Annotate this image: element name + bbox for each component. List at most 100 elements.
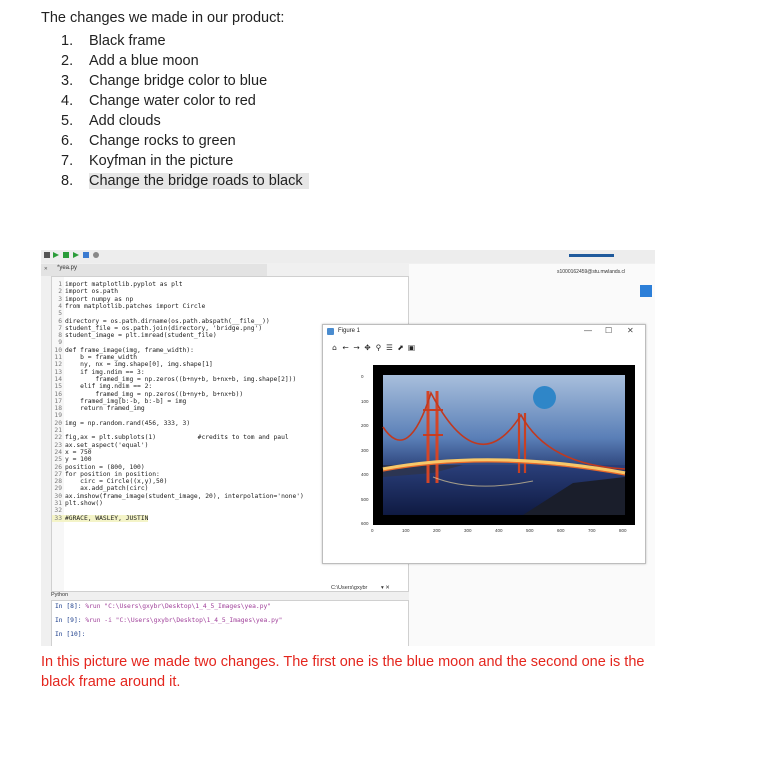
ipython-console[interactable]: In [8]: %run "C:\Users\gxybr\Desktop\1_4…	[51, 600, 409, 646]
document-heading: The changes we made in our product:	[41, 10, 285, 26]
code-text: return framed_img	[65, 405, 145, 413]
close-icon[interactable]: ✕	[44, 265, 48, 272]
console-line: In [8]: %run "C:\Users\gxybr\Desktop\1_4…	[55, 603, 271, 610]
figure-tool-icon[interactable]: ▣	[406, 343, 417, 352]
change-text: Add a blue moon	[89, 53, 199, 69]
figure-tool-icon[interactable]: ⬈	[395, 343, 406, 352]
code-text: student_image = plt.imread(student_file)	[65, 332, 217, 340]
code-text: img = np.random.rand(456, 333, 3)	[65, 419, 191, 427]
line-number: 2	[58, 288, 62, 296]
x-tick-label: 200	[433, 528, 441, 533]
run-next-icon	[73, 252, 79, 258]
code-line: 25 y = 100	[52, 456, 92, 464]
change-text: Change rocks to green	[89, 133, 236, 149]
code-line: 5	[52, 310, 65, 317]
line-number: 16	[54, 390, 62, 398]
change-text: Add clouds	[89, 113, 161, 129]
run-cell-icon	[63, 252, 69, 258]
line-number: 4	[58, 302, 62, 310]
change-item: 4. Change water color to red	[61, 91, 309, 111]
code-line: 8 student_image = plt.imread(student_file…	[52, 332, 217, 340]
code-text: import matplotlib.pyplot as plt	[65, 281, 183, 288]
code-text: ny, nx = img.shape[0], img.shape[1]	[65, 361, 213, 369]
debug-icon	[83, 252, 89, 258]
code-text: elif img.ndim == 2:	[65, 383, 153, 391]
code-line: 14 framed_img = np.zeros((b+ny+b, b+nx+b…	[52, 376, 296, 383]
y-tick-label: 100	[361, 398, 369, 404]
line-number: 5	[58, 310, 62, 318]
figure-tool-icon[interactable]: ✥	[362, 343, 373, 352]
ide-toolbar	[41, 250, 655, 263]
figure-tool-icon[interactable]: ☰	[384, 343, 395, 352]
code-line: 7 student_file = os.path.join(directory, …	[52, 325, 262, 332]
minimize-button[interactable]: —	[584, 326, 592, 335]
share-button[interactable]	[640, 285, 652, 297]
code-text: y = 100	[65, 456, 92, 464]
code-line: 31 plt.show()	[52, 500, 103, 507]
line-number: 33	[54, 514, 62, 522]
code-line: 27 for position in position:	[52, 471, 159, 478]
line-number: 29	[54, 485, 62, 493]
console-command: %run "C:\Users\gxybr\Desktop\1_4_5_Image…	[81, 603, 272, 610]
change-item: 8. Change the bridge roads to black	[61, 171, 309, 191]
code-text: ax.add_patch(circ)	[65, 485, 149, 493]
console-dropdown-icon[interactable]: ▾ ✕	[381, 585, 390, 591]
y-tick-label: 400	[361, 472, 369, 477]
line-number: 6	[58, 317, 62, 325]
close-button[interactable]: ✕	[627, 326, 634, 335]
caption: In this picture we made two changes. The…	[41, 654, 645, 690]
figure-tool-icon[interactable]: ←	[340, 343, 351, 352]
change-item: 7. Koyfman in the picture	[61, 151, 309, 171]
line-number: 26	[54, 463, 62, 471]
line-number: 32	[54, 507, 62, 515]
change-number: 7.	[61, 153, 74, 169]
line-number: 17	[54, 397, 62, 405]
code-line: 22 fig,ax = plt.subplots(1) #credits to t…	[52, 434, 288, 441]
code-text: if img.ndim == 3:	[65, 368, 145, 376]
code-text: framed_img = np.zeros((b+ny+b, b+nx+b, i…	[65, 375, 297, 383]
x-tick-label: 100	[402, 528, 410, 533]
console-path[interactable]: C:\Users\gxybr	[331, 585, 367, 591]
code-line: 24 x = 750	[52, 448, 91, 456]
code-text: position = (800, 100)	[65, 463, 145, 471]
line-number: 24	[54, 448, 62, 456]
figure-tool-icon[interactable]: ⚲	[373, 343, 384, 352]
code-text: import numpy as np	[65, 295, 134, 303]
run-icon	[53, 252, 59, 258]
code-line: 30 ax.imshow(frame_image(student_image, 2…	[52, 492, 304, 500]
line-number: 11	[54, 354, 62, 361]
change-item: 6. Change rocks to green	[61, 131, 309, 151]
code-line: 11 b = frame_width	[52, 354, 137, 361]
line-number: 13	[54, 368, 62, 376]
x-tick-label: 300	[464, 528, 472, 533]
change-number: 3.	[61, 73, 74, 89]
editor-tab[interactable]: *yea.py	[57, 265, 77, 271]
x-tick-label: 600	[557, 528, 565, 533]
code-text: ax.imshow(frame_image(student_image, 20)…	[65, 492, 304, 500]
line-number: 14	[54, 375, 62, 383]
figure-window[interactable]: Figure 1 — ☐ ✕ ⌂ ← → ✥ ⚲ ☰ ⬈ ▣ 0 100 200…	[322, 324, 646, 564]
console-prompt: In [9]:	[55, 617, 82, 624]
code-text: ax.set_aspect('equal')	[65, 441, 149, 449]
code-text: import os.path	[65, 288, 119, 296]
figure-toolbar: ⌂ ← → ✥ ⚲ ☰ ⬈ ▣	[329, 343, 417, 352]
line-number: 28	[54, 478, 62, 486]
maximize-button[interactable]: ☐	[605, 326, 612, 335]
menu-icon	[44, 252, 50, 258]
figure-tool-icon[interactable]: →	[351, 343, 362, 352]
x-tick-label: 700	[588, 528, 596, 533]
line-number: 9	[58, 339, 62, 347]
code-line: 20 img = np.random.rand(456, 333, 3)	[52, 420, 190, 427]
console-line: In [9]: %run -i "C:\Users\gxybr\Desktop\…	[55, 617, 282, 624]
code-line: 12 ny, nx = img.shape[0], img.shape[1]	[52, 361, 213, 369]
change-number: 6.	[61, 133, 74, 149]
figure-tool-icon[interactable]: ⌂	[329, 343, 340, 352]
change-item: 2. Add a blue moon	[61, 51, 309, 71]
editor-tabbar: ✕ *yea.py	[41, 264, 267, 276]
x-tick-label: 400	[495, 528, 503, 533]
code-line: 23 ax.set_aspect('equal')	[52, 442, 148, 449]
code-line: 6 directory = os.path.dirname(os.path.abs…	[52, 318, 270, 325]
line-number: 30	[54, 492, 62, 500]
line-number: 19	[54, 412, 62, 420]
console-command: %run -i "C:\Users\gxybr\Desktop\1_4_5_Im…	[81, 617, 283, 624]
